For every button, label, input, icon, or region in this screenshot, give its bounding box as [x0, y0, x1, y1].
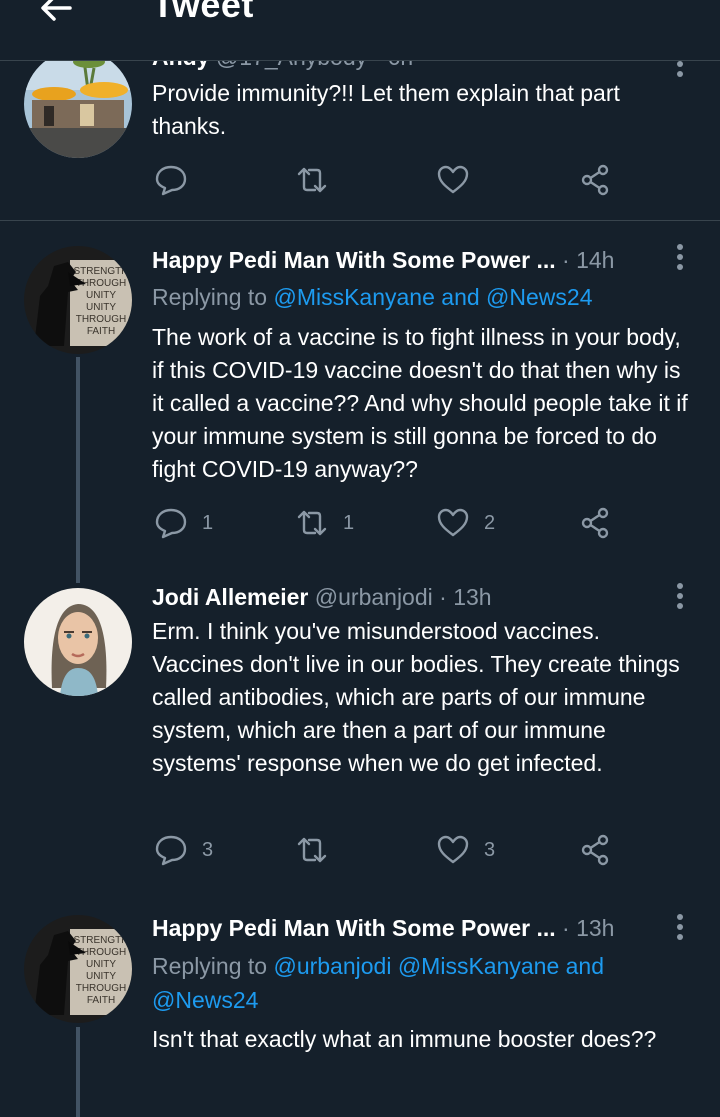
like-count: 3: [484, 838, 496, 861]
reply-button[interactable]: [154, 160, 202, 200]
reply-button[interactable]: 1: [154, 503, 213, 543]
avatar-label: UNITY: [86, 971, 116, 982]
avatar-label: UNITY: [86, 302, 116, 313]
tweet[interactable]: STRENGTH THROUGH UNITY UNITY THROUGH FAI…: [0, 905, 720, 1117]
tweet-text: The work of a vaccine is to fight illnes…: [152, 324, 688, 482]
avatar-label: THROUGH: [76, 983, 127, 994]
retweet-icon: [297, 837, 327, 863]
avatar-label: UNITY: [86, 290, 116, 301]
more-icon[interactable]: [670, 243, 690, 271]
display-name[interactable]: Happy Pedi Man With Some Power ...: [152, 247, 556, 273]
tweet[interactable]: Jodi Allemeier @urbanjodi · 13h Erm. I t…: [0, 582, 720, 904]
reply-icon: [155, 165, 187, 196]
reply-count: 1: [202, 511, 214, 534]
tweet-actions: 3 3: [152, 830, 672, 870]
avatar-label: STRENGTH: [74, 935, 129, 946]
retweet-icon: [297, 510, 327, 536]
like-icon: [437, 165, 469, 194]
avatar-label: STRENGTH: [74, 266, 129, 277]
replying-to-label: Replying to: [152, 953, 268, 979]
tweet-header: Happy Pedi Man With Some Power ... · 14h: [152, 247, 614, 274]
share-button[interactable]: [578, 503, 612, 543]
tweet-header: Happy Pedi Man With Some Power ... · 13h: [152, 915, 614, 942]
avatar-image: [24, 50, 132, 158]
avatar-image: STRENGTH THROUGH UNITY UNITY THROUGH FAI…: [24, 246, 132, 354]
display-name[interactable]: Happy Pedi Man With Some Power ...: [152, 915, 556, 941]
display-name[interactable]: Jodi Allemeier: [152, 584, 308, 610]
retweet-button[interactable]: 1: [295, 503, 354, 543]
like-count: 2: [484, 511, 496, 534]
like-icon: [437, 835, 469, 864]
retweet-button[interactable]: [295, 830, 343, 870]
thread-line: [76, 357, 80, 583]
avatar[interactable]: STRENGTH THROUGH UNITY UNITY THROUGH FAI…: [24, 246, 132, 354]
avatar-image: STRENGTH THROUGH UNITY UNITY THROUGH FAI…: [24, 915, 132, 1023]
avatar-label: UNITY: [86, 959, 116, 970]
more-icon[interactable]: [670, 582, 690, 610]
replying-to: Replying to @MissKanyane and @News24: [152, 280, 692, 314]
handle[interactable]: @urbanjodi: [315, 584, 433, 610]
tweet-actions: [152, 160, 672, 200]
like-button[interactable]: 2: [436, 503, 495, 543]
like-icon: [437, 508, 469, 537]
retweet-icon: [297, 167, 327, 193]
avatar-image: [24, 588, 132, 696]
share-icon: [581, 834, 609, 866]
share-button[interactable]: [578, 830, 612, 870]
retweet-button[interactable]: [295, 160, 343, 200]
tweet-text: Provide immunity?!! Let them explain tha…: [152, 80, 620, 139]
avatar[interactable]: [24, 50, 132, 158]
reply-button[interactable]: 3: [154, 830, 213, 870]
avatar-label: THROUGH: [76, 314, 127, 325]
thread-line: [76, 1027, 80, 1117]
reply-count: 3: [202, 838, 214, 861]
avatar-label: FAITH: [87, 326, 115, 337]
tweet-actions: 1 1 2: [152, 503, 672, 543]
tweet-header: Jodi Allemeier @urbanjodi · 13h: [152, 584, 492, 611]
page-title: Tweet: [152, 0, 254, 25]
like-button[interactable]: 3: [436, 830, 495, 870]
avatar[interactable]: STRENGTH THROUGH UNITY UNITY THROUGH FAI…: [24, 915, 132, 1023]
timestamp[interactable]: · 13h: [562, 915, 614, 941]
replying-to: Replying to @urbanjodi @MissKanyane and …: [152, 949, 692, 1017]
timestamp[interactable]: · 13h: [439, 584, 491, 610]
tweet-text: Erm. I think you've misunderstood vaccin…: [152, 618, 680, 776]
share-icon: [581, 507, 609, 539]
retweet-count: 1: [343, 511, 355, 534]
share-icon: [581, 164, 609, 196]
reply-icon: [155, 835, 187, 866]
replying-to-mentions[interactable]: @MissKanyane and @News24: [273, 284, 592, 310]
more-icon[interactable]: [670, 913, 690, 941]
tweet[interactable]: STRENGTH THROUGH UNITY UNITY THROUGH FAI…: [0, 221, 720, 583]
replying-to-label: Replying to: [152, 284, 268, 310]
top-bar: Tweet: [0, 0, 720, 61]
like-button[interactable]: [436, 160, 484, 200]
tweet-text: Isn't that exactly what an immune booste…: [152, 1026, 657, 1052]
share-button[interactable]: [578, 160, 612, 200]
avatar-label: FAITH: [87, 995, 115, 1006]
reply-icon: [155, 508, 187, 539]
arrow-left-icon[interactable]: [36, 0, 76, 28]
timestamp[interactable]: · 14h: [562, 247, 614, 273]
avatar[interactable]: [24, 588, 132, 696]
